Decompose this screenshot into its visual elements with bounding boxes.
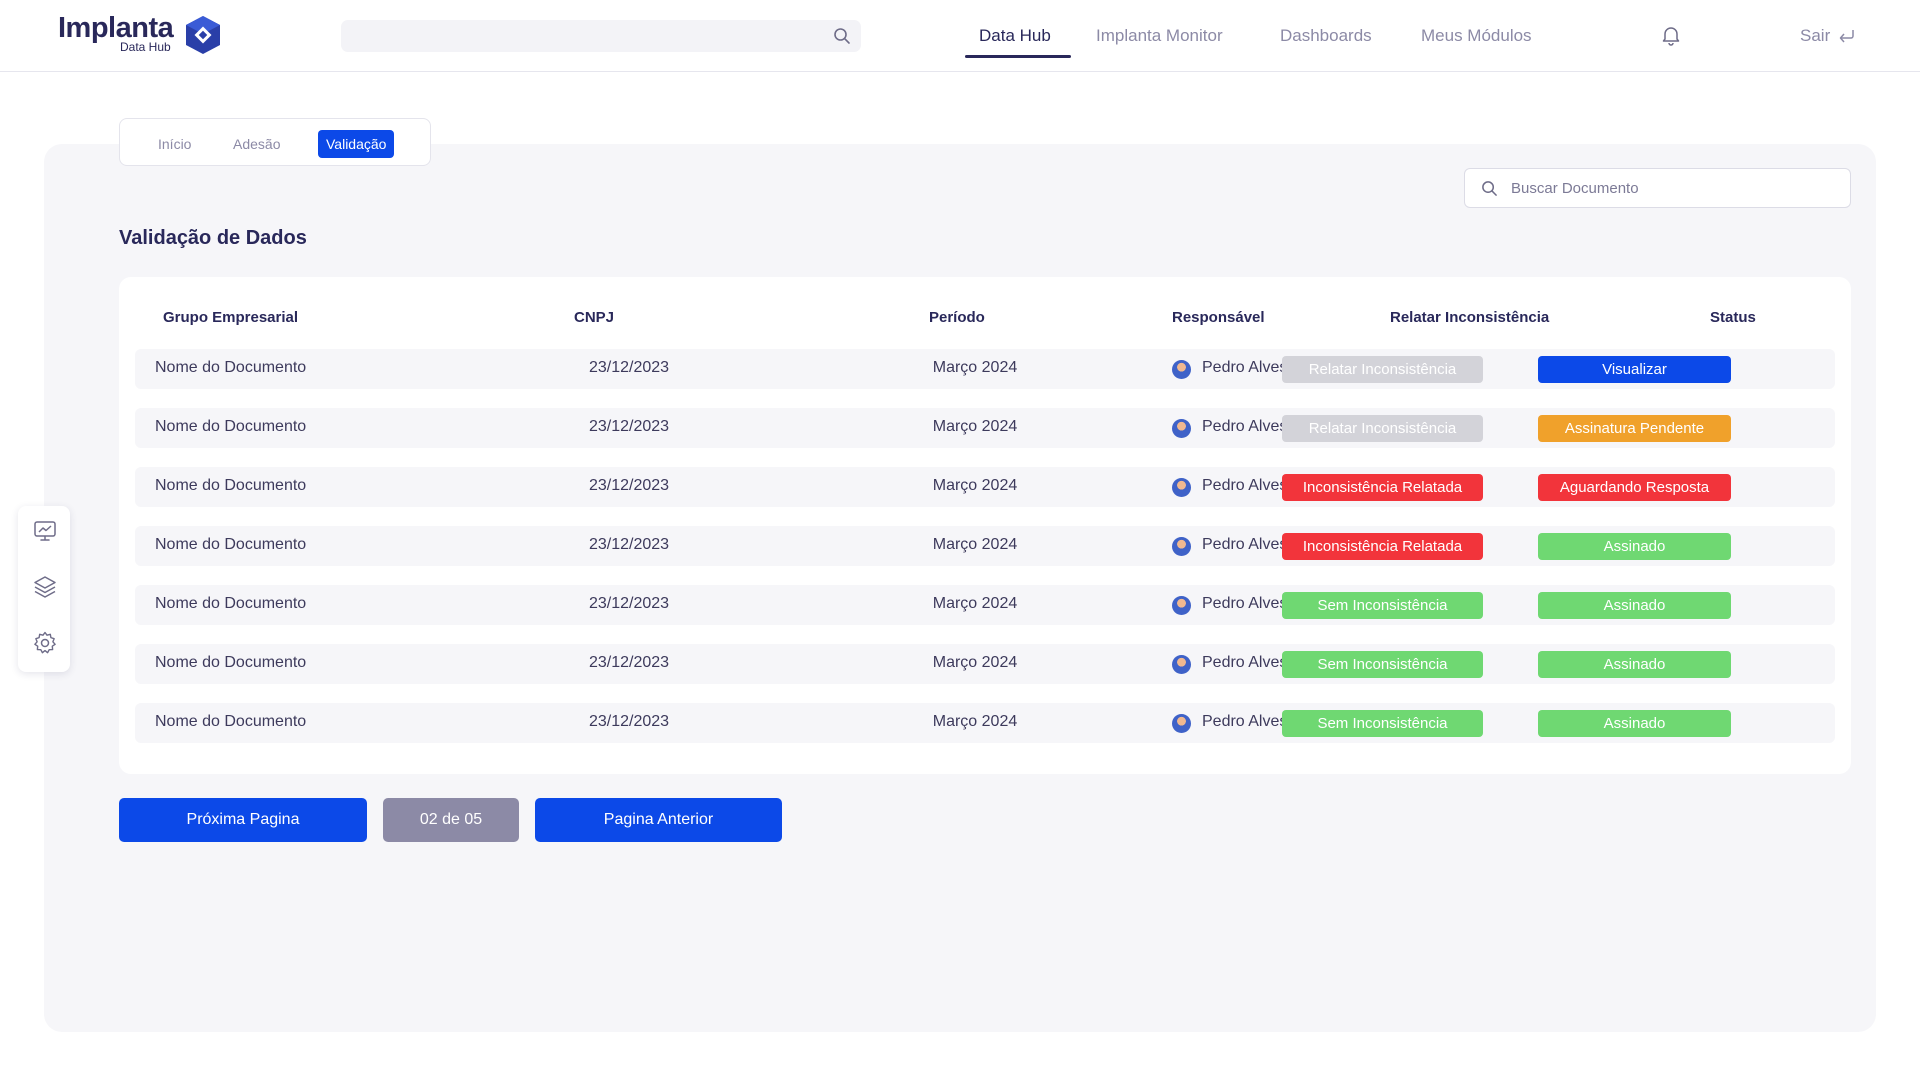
nav-meus-modulos[interactable]: Meus Módulos	[1421, 26, 1532, 46]
avatar	[1172, 478, 1191, 497]
cell-periodo: Março 2024	[932, 654, 1018, 671]
side-dock	[18, 506, 70, 672]
global-search-input[interactable]	[341, 20, 861, 52]
status-badge[interactable]: Assinado	[1538, 592, 1731, 619]
cell-grupo: Nome do Documento	[155, 359, 307, 376]
col-header-relatar: Relatar Inconsistência	[1390, 309, 1550, 326]
layers-icon[interactable]	[32, 574, 58, 600]
documents-table: Grupo Empresarial CNPJ Período Responsáv…	[119, 277, 1851, 774]
table-row: Nome do Documento 23/12/2023 Março 2024 Ped…	[135, 467, 1835, 507]
cell-responsavel: Pedro Alves	[1202, 359, 1288, 376]
cell-periodo: Março 2024	[932, 536, 1018, 553]
brand-logo[interactable]: Implanta Data Hub	[58, 10, 228, 60]
document-search-input[interactable]	[1511, 169, 1841, 207]
tab-inicio[interactable]: Início	[150, 130, 199, 158]
tab-validacao[interactable]: Validação	[318, 130, 395, 158]
cell-grupo: Nome do Documento	[155, 477, 307, 494]
cell-cnpj: 23/12/2023	[588, 536, 670, 553]
cell-responsavel: Pedro Alves	[1202, 418, 1288, 435]
col-header-responsavel: Responsável	[1172, 309, 1265, 326]
avatar	[1172, 360, 1191, 379]
nav-data-hub[interactable]: Data Hub	[979, 26, 1051, 46]
cell-grupo: Nome do Documento	[155, 713, 307, 730]
monitor-chart-icon[interactable]	[32, 518, 58, 544]
cell-responsavel: Pedro Alves	[1202, 654, 1288, 671]
avatar	[1172, 419, 1191, 438]
cell-periodo: Março 2024	[932, 477, 1018, 494]
avatar	[1172, 537, 1191, 556]
gear-icon[interactable]	[32, 630, 58, 656]
table-row: Nome do Documento 23/12/2023 Março 2024 Ped…	[135, 703, 1835, 743]
sub-tabs: Início Adesão Validação	[119, 118, 431, 166]
page-title: Validação de Dados	[119, 227, 307, 249]
brand-subtitle: Data Hub	[120, 40, 171, 54]
avatar	[1172, 655, 1191, 674]
cell-cnpj: 23/12/2023	[588, 595, 670, 612]
col-header-periodo: Período	[929, 309, 985, 326]
report-inconsistency-button[interactable]: Relatar Inconsistência	[1282, 415, 1483, 442]
search-icon	[1482, 181, 1497, 196]
nav-active-indicator	[965, 55, 1071, 58]
col-header-cnpj: CNPJ	[574, 309, 615, 326]
status-badge[interactable]: Assinatura Pendente	[1538, 415, 1731, 442]
nav-dashboards[interactable]: Dashboards	[1280, 26, 1372, 46]
logout-label: Sair	[1800, 26, 1831, 45]
nav-implanta-monitor[interactable]: Implanta Monitor	[1096, 26, 1223, 46]
report-inconsistency-button[interactable]: Inconsistência Relatada	[1282, 533, 1483, 560]
page-indicator: 02 de 05	[383, 798, 519, 842]
cell-cnpj: 23/12/2023	[588, 477, 670, 494]
cell-grupo: Nome do Documento	[155, 595, 307, 612]
status-badge[interactable]: Assinado	[1538, 710, 1731, 737]
table-row: Nome do Documento 23/12/2023 Março 2024 Ped…	[135, 408, 1835, 448]
cell-responsavel: Pedro Alves	[1202, 477, 1288, 494]
top-bar: Implanta Data Hub Data Hub Implanta Moni…	[0, 0, 1920, 72]
table-row: Nome do Documento 23/12/2023 Março 2024 Ped…	[135, 644, 1835, 684]
cell-grupo: Nome do Documento	[155, 654, 307, 671]
return-arrow-icon	[1839, 30, 1854, 43]
cell-periodo: Março 2024	[932, 418, 1018, 435]
bell-icon[interactable]	[1660, 24, 1682, 46]
cell-cnpj: 23/12/2023	[588, 359, 670, 376]
col-header-status: Status	[1710, 309, 1756, 326]
avatar	[1172, 714, 1191, 733]
cell-grupo: Nome do Documento	[155, 536, 307, 553]
document-search	[1464, 168, 1851, 208]
status-badge[interactable]: Assinado	[1538, 533, 1731, 560]
brand-mark-icon	[186, 16, 220, 54]
cell-responsavel: Pedro Alves	[1202, 713, 1288, 730]
cell-cnpj: 23/12/2023	[588, 654, 670, 671]
tab-adesao[interactable]: Adesão	[225, 130, 288, 158]
cell-responsavel: Pedro Alves	[1202, 536, 1288, 553]
report-inconsistency-button[interactable]: Sem Inconsistência	[1282, 651, 1483, 678]
cell-responsavel: Pedro Alves	[1202, 595, 1288, 612]
cell-periodo: Março 2024	[932, 713, 1018, 730]
next-page-button[interactable]: Próxima Pagina	[119, 798, 367, 842]
logout-button[interactable]: Sair	[1800, 26, 1856, 46]
cell-cnpj: 23/12/2023	[588, 713, 670, 730]
avatar	[1172, 596, 1191, 615]
report-inconsistency-button[interactable]: Sem Inconsistência	[1282, 710, 1483, 737]
report-inconsistency-button[interactable]: Relatar Inconsistência	[1282, 356, 1483, 383]
table-row: Nome do Documento 23/12/2023 Março 2024 Ped…	[135, 349, 1835, 389]
status-badge[interactable]: Visualizar	[1538, 356, 1731, 383]
previous-page-button[interactable]: Pagina Anterior	[535, 798, 782, 842]
cell-grupo: Nome do Documento	[155, 418, 307, 435]
table-row: Nome do Documento 23/12/2023 Março 2024 Ped…	[135, 526, 1835, 566]
search-icon[interactable]	[833, 27, 851, 45]
col-header-grupo: Grupo Empresarial	[163, 309, 299, 326]
table-row: Nome do Documento 23/12/2023 Março 2024 Ped…	[135, 585, 1835, 625]
report-inconsistency-button[interactable]: Sem Inconsistência	[1282, 592, 1483, 619]
cell-periodo: Março 2024	[932, 359, 1018, 376]
status-badge[interactable]: Assinado	[1538, 651, 1731, 678]
cell-cnpj: 23/12/2023	[588, 418, 670, 435]
cell-periodo: Março 2024	[932, 595, 1018, 612]
status-badge[interactable]: Aguardando Resposta	[1538, 474, 1731, 501]
report-inconsistency-button[interactable]: Inconsistência Relatada	[1282, 474, 1483, 501]
